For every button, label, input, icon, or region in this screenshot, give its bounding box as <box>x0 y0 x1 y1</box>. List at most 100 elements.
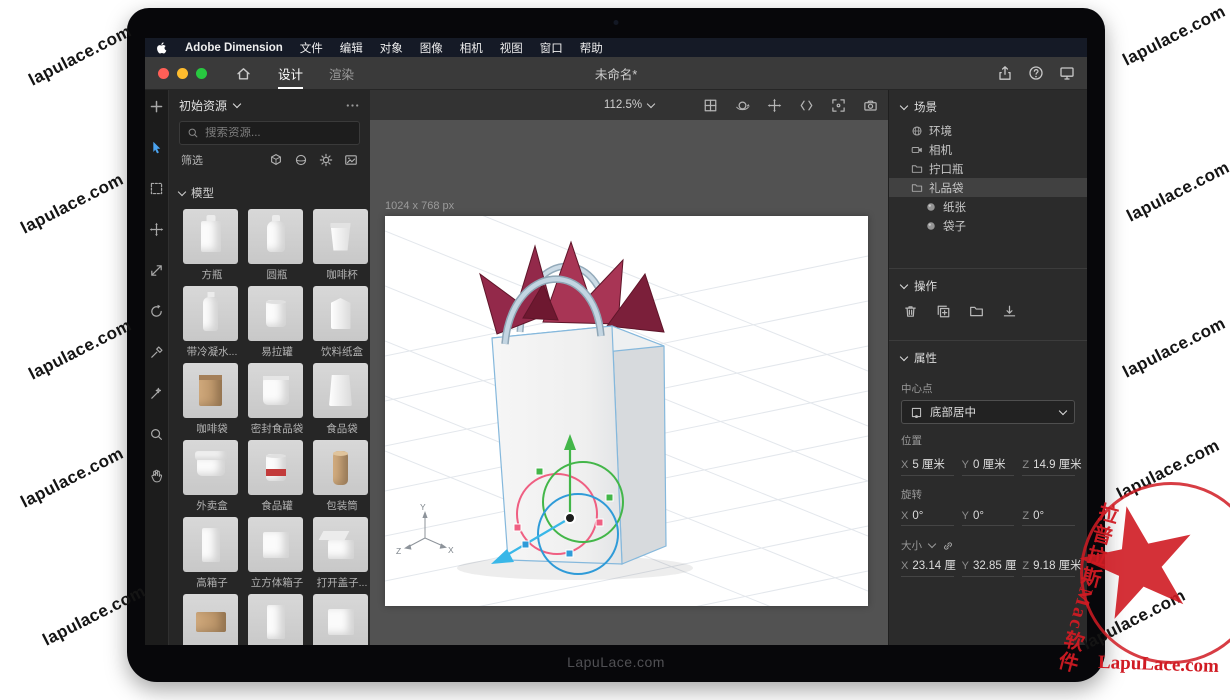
scene-item[interactable]: 袋子 <box>889 216 1087 235</box>
tool-wand-icon[interactable] <box>149 386 164 401</box>
tool-marquee-icon[interactable] <box>149 181 164 196</box>
menubar-item[interactable]: 图像 <box>420 40 443 56</box>
scene-item[interactable]: 拧口瓶 <box>889 159 1087 178</box>
trash-icon[interactable] <box>903 304 918 319</box>
home-icon[interactable] <box>235 65 252 82</box>
stamp-english-text: LapuLace.com <box>1098 652 1220 678</box>
search-input[interactable] <box>205 127 352 139</box>
duplicate-icon[interactable] <box>936 304 951 319</box>
rotation-x-field[interactable]: X0° <box>901 510 954 526</box>
camera-icon[interactable] <box>863 98 878 113</box>
app-name[interactable]: Adobe Dimension <box>185 42 283 54</box>
size-x-field[interactable]: X23.14 厘 <box>901 557 954 577</box>
menubar-item[interactable]: 相机 <box>460 40 483 56</box>
zoom-control[interactable]: 112.5% <box>604 99 654 111</box>
product-shape <box>199 375 222 406</box>
tool-zoom-icon[interactable] <box>149 427 164 442</box>
close-button[interactable] <box>158 68 169 79</box>
asset-model[interactable]: 咖啡袋 <box>183 363 241 435</box>
tool-sampler-icon[interactable] <box>149 345 164 360</box>
scene-item[interactable]: 环境 <box>889 121 1087 140</box>
export-icon[interactable] <box>1002 304 1017 319</box>
asset-model[interactable]: 圆瓶 <box>248 209 306 281</box>
asset-label: 食品袋 <box>313 421 370 435</box>
menubar-item[interactable]: 窗口 <box>540 40 563 56</box>
monitor-icon[interactable] <box>1059 65 1075 81</box>
viewport-3d[interactable]: Y X Z <box>385 216 868 606</box>
asset-model[interactable] <box>313 594 370 645</box>
asset-model[interactable]: 方瓶 <box>183 209 241 281</box>
filter-models-icon[interactable] <box>269 153 283 167</box>
asset-model[interactable]: 易拉罐 <box>248 286 306 358</box>
menubar: Adobe Dimension 文件 编辑 对象 图像 相机 视图 窗口 帮助 <box>145 38 1087 57</box>
tool-move-icon[interactable] <box>149 222 164 237</box>
camera-sm-icon <box>911 144 923 156</box>
asset-model[interactable]: 高箱子 <box>183 517 241 589</box>
tab-render[interactable]: 渲染 <box>329 57 354 89</box>
pivot-select[interactable]: 底部居中 <box>901 400 1075 424</box>
asset-model[interactable]: 咖啡杯 <box>313 209 370 281</box>
apple-menu-icon[interactable] <box>155 41 168 54</box>
watermark: lapulace.com <box>26 316 135 385</box>
dolly-icon[interactable] <box>799 98 814 113</box>
scene-item[interactable]: 纸张 <box>889 197 1087 216</box>
tool-select-icon[interactable] <box>149 140 164 155</box>
scene-item[interactable]: 相机 <box>889 140 1087 159</box>
filter-images-icon[interactable] <box>344 153 358 167</box>
tool-hand-icon[interactable] <box>149 468 164 483</box>
axis-z-label: Z <box>396 546 401 556</box>
axis-prefix: X <box>901 560 908 572</box>
folder2-icon[interactable] <box>969 304 984 319</box>
position-x-field[interactable]: X5 厘米 <box>901 456 954 476</box>
actions-header[interactable]: 操作 <box>889 269 1087 300</box>
orbit-icon[interactable] <box>735 98 750 113</box>
tool-rotate-icon[interactable] <box>149 304 164 319</box>
asset-label: 圆瓶 <box>248 267 306 281</box>
asset-thumb <box>248 594 303 645</box>
share-icon[interactable] <box>997 65 1013 81</box>
size-y-field[interactable]: Y32.85 厘 <box>962 557 1015 577</box>
tab-design[interactable]: 设计 <box>278 57 303 89</box>
link-constrain-icon[interactable] <box>942 540 954 552</box>
rotation-y-field[interactable]: Y0° <box>962 510 1015 526</box>
asset-model[interactable]: 包装筒 <box>313 440 370 512</box>
asset-model[interactable] <box>183 594 241 645</box>
scene-item[interactable]: 礼品袋 <box>889 178 1087 197</box>
help-icon[interactable] <box>1028 65 1044 81</box>
asset-model[interactable]: 带冷凝水... <box>183 286 241 358</box>
field-value: 0° <box>973 510 984 522</box>
menubar-item[interactable]: 帮助 <box>580 40 603 56</box>
asset-model[interactable]: 打开盖子... <box>313 517 370 589</box>
models-section-header[interactable]: 模型 <box>169 175 370 207</box>
minimize-button[interactable] <box>177 68 188 79</box>
frame-icon[interactable] <box>831 98 846 113</box>
ellipsis-menu-icon[interactable] <box>345 98 360 113</box>
grid-icon[interactable] <box>703 98 718 113</box>
menubar-item[interactable]: 视图 <box>500 40 523 56</box>
menubar-item[interactable]: 对象 <box>380 40 403 56</box>
assets-panel-header[interactable]: 初始资源 <box>169 90 370 120</box>
asset-model[interactable]: 立方体箱子 <box>248 517 306 589</box>
pan-icon[interactable] <box>767 98 782 113</box>
properties-header[interactable]: 属性 <box>889 341 1087 372</box>
menubar-item[interactable]: 编辑 <box>340 40 363 56</box>
tool-scale-icon[interactable] <box>149 263 164 278</box>
filter-materials-icon[interactable] <box>294 153 308 167</box>
asset-model[interactable]: 外卖盒 <box>183 440 241 512</box>
menubar-item[interactable]: 文件 <box>300 40 323 56</box>
asset-label: 包装筒 <box>313 498 370 512</box>
filter-lights-icon[interactable] <box>319 153 333 167</box>
asset-model[interactable] <box>248 594 306 645</box>
asset-model[interactable]: 食品罐 <box>248 440 306 512</box>
position-y-field[interactable]: Y0 厘米 <box>962 456 1015 476</box>
asset-model[interactable]: 密封食品袋 <box>248 363 306 435</box>
position-z-field[interactable]: Z14.9 厘米 <box>1022 456 1075 476</box>
asset-model[interactable]: 饮料纸盒 <box>313 286 370 358</box>
scene-header[interactable]: 场景 <box>889 90 1087 121</box>
watermark: lapulace.com <box>18 444 127 513</box>
tool-add-icon[interactable] <box>149 99 164 114</box>
asset-model[interactable]: 食品袋 <box>313 363 370 435</box>
maximize-button[interactable] <box>196 68 207 79</box>
asset-thumb <box>183 517 238 572</box>
asset-label: 食品罐 <box>248 498 306 512</box>
